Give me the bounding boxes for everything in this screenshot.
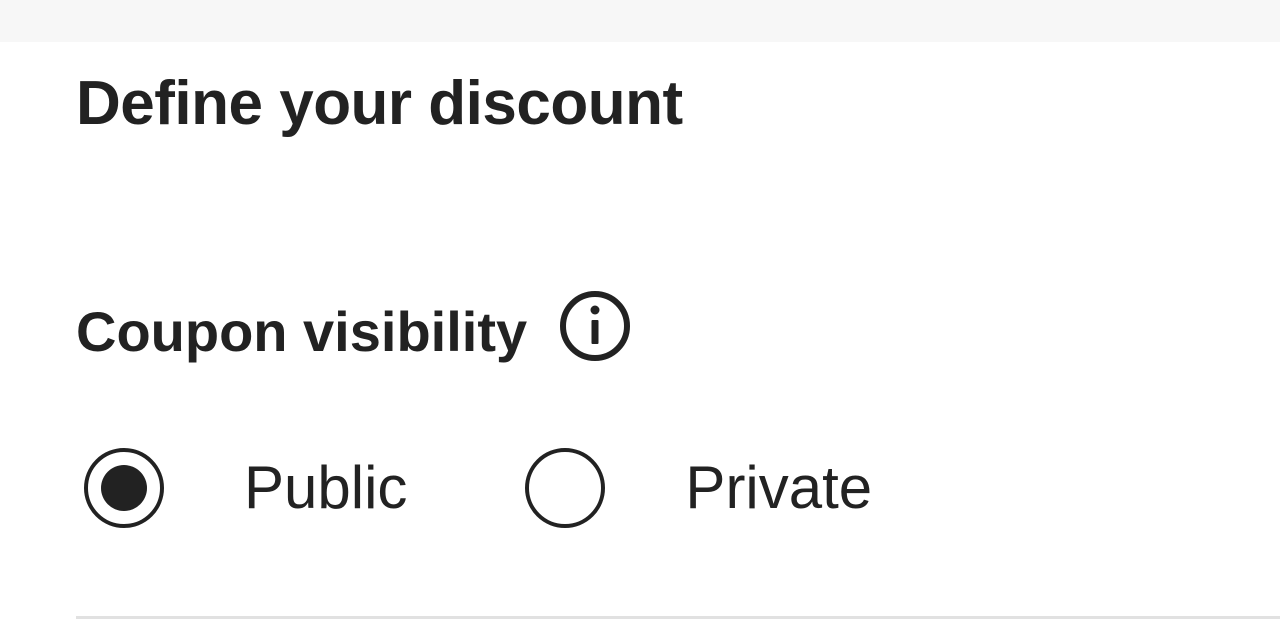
section-divider <box>76 616 1280 619</box>
radio-option-private[interactable]: Private <box>525 444 872 532</box>
radio-public-label[interactable]: Public <box>244 444 407 532</box>
top-strip <box>0 0 1280 42</box>
coupon-visibility-label: Coupon visibility <box>76 300 528 363</box>
radio-private-label[interactable]: Private <box>685 444 872 532</box>
radio-public[interactable] <box>84 448 164 528</box>
info-icon[interactable] <box>557 288 633 364</box>
radio-private[interactable] <box>525 448 606 528</box>
visibility-radio-group: Public Private <box>84 444 872 532</box>
info-icon-graphic <box>560 291 631 361</box>
page-title: Define your discount <box>76 69 683 138</box>
radio-option-public[interactable]: Public <box>84 444 407 532</box>
radio-public-selected-dot <box>101 465 147 511</box>
coupon-visibility-header: Coupon visibility <box>76 290 633 374</box>
